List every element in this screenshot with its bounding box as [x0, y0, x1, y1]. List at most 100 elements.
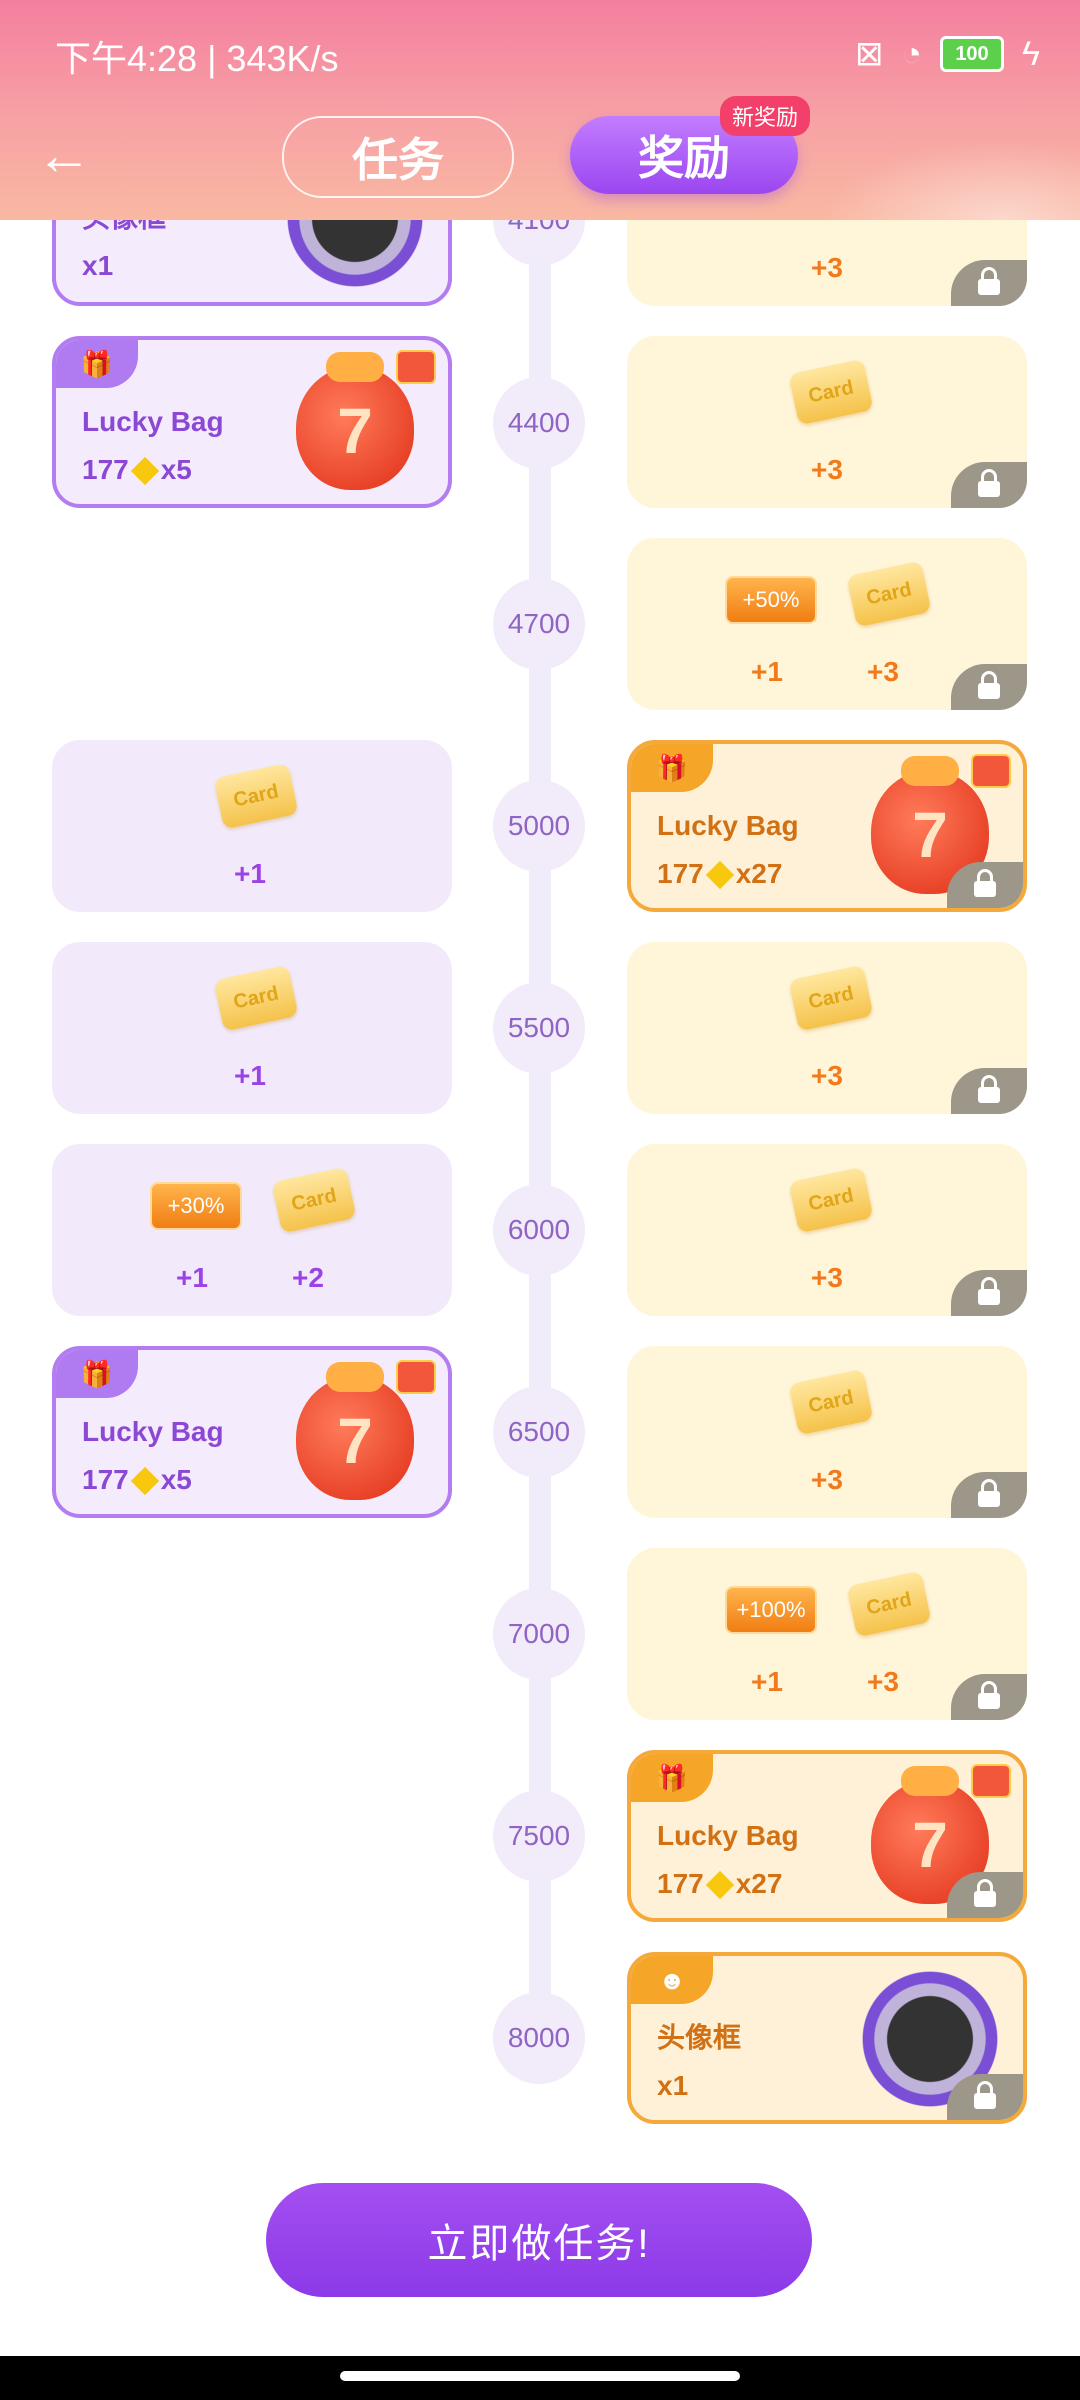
tab-tasks[interactable]: 任务 [282, 116, 514, 198]
lock-icon [951, 260, 1027, 306]
timeline-node: 5500 [493, 982, 585, 1074]
card-ticket-icon: Card [788, 358, 874, 426]
reward-card-bonus[interactable]: +30% Card +1 +2 [52, 1144, 452, 1316]
header: 下午4:28 | 343K/s ⊠ ◔ 100 ϟ ← 任务 奖励 新奖励 [0, 0, 1080, 220]
card-ticket-icon: Card [788, 1368, 874, 1436]
bag-multiplier: x27 [735, 1868, 783, 1899]
tab-rewards-label: 奖励 [638, 132, 730, 184]
bag-count: 177 [82, 1464, 129, 1495]
reward-amount: +3 [811, 454, 843, 485]
lock-icon [951, 462, 1027, 508]
bag-number: 7 [912, 1809, 948, 1881]
timeline-node: 7500 [493, 1790, 585, 1882]
reward-amount: +3 [811, 1060, 843, 1091]
gift-icon: 🎁 [631, 1754, 713, 1802]
reward-amount: +1 [176, 1262, 208, 1293]
bag-count: 177 [82, 454, 129, 485]
reward-amount: +3 [811, 1464, 843, 1495]
reward-price: 177 x27 [657, 1868, 782, 1900]
sim-off-icon: ⊠ [854, 35, 884, 73]
timeline-node: 5000 [493, 780, 585, 872]
lock-icon [947, 862, 1023, 908]
lock-icon [951, 1270, 1027, 1316]
chest-icon [396, 1360, 436, 1394]
reward-price: 177 x5 [82, 454, 192, 486]
reward-title: Lucky Bag [657, 1820, 799, 1851]
bonus-tag: +100% [725, 1586, 817, 1634]
reward-card-lucky-bag[interactable]: 🎁 Lucky Bag 177 x5 7 [52, 336, 452, 508]
wifi-icon: ◔ [901, 34, 922, 73]
reward-amount: +3 [867, 656, 899, 687]
reward-card-ticket[interactable]: Card +3 [627, 1346, 1027, 1518]
timeline-node: 8000 [493, 1992, 585, 2084]
bag-number: 7 [912, 799, 948, 871]
timeline-node: 6000 [493, 1184, 585, 1276]
reward-card-bonus[interactable]: +100% Card +1 +3 [627, 1548, 1027, 1720]
bag-count: 177 [657, 1868, 704, 1899]
timeline-node: 7000 [493, 1588, 585, 1680]
charging-icon: ϟ [1022, 34, 1040, 73]
reward-title: Lucky Bag [657, 810, 799, 841]
reward-price: 177 x27 [657, 858, 782, 890]
card-ticket-icon: Card [213, 762, 299, 830]
diamond-icon [705, 1870, 734, 1900]
tab-rewards[interactable]: 奖励 新奖励 [570, 96, 810, 194]
bag-multiplier: x5 [160, 1464, 192, 1495]
lucky-bag-icon: 7 [296, 1362, 414, 1500]
reward-amount: +3 [811, 252, 843, 283]
lock-icon [947, 1872, 1023, 1918]
reward-amount: +3 [811, 1262, 843, 1293]
back-arrow-icon[interactable]: ← [36, 125, 96, 185]
lock-icon [951, 1674, 1027, 1720]
reward-card-lucky-bag[interactable]: 🎁 Lucky Bag 177 x5 7 [52, 1346, 452, 1518]
lock-icon [951, 1472, 1027, 1518]
bag-number: 7 [337, 395, 373, 467]
reward-card-avatar-frame[interactable]: ☻ 头像框 x1 [627, 1952, 1027, 2124]
bonus-tag: +30% [150, 1182, 242, 1230]
reward-card-ticket[interactable]: Card +3 [627, 942, 1027, 1114]
battery-icon: 100 [940, 36, 1004, 72]
diamond-icon [130, 456, 159, 486]
status-icons: ⊠ ◔ 100 ϟ [855, 34, 1040, 74]
chest-icon [971, 754, 1011, 788]
card-ticket-icon: Card [271, 1166, 357, 1234]
bag-number: 7 [337, 1405, 373, 1477]
tab-tasks-label: 任务 [352, 134, 444, 186]
timeline-node: 6500 [493, 1386, 585, 1478]
lock-icon [951, 664, 1027, 710]
do-tasks-button[interactable]: 立即做任务! [266, 2183, 812, 2297]
reward-card-lucky-bag[interactable]: 🎁 Lucky Bag 177 x27 7 [627, 740, 1027, 912]
reward-card-lucky-bag[interactable]: 🎁 Lucky Bag 177 x27 7 [627, 1750, 1027, 1922]
card-ticket-icon: Card [846, 1570, 932, 1638]
bag-multiplier: x5 [160, 454, 192, 485]
new-reward-badge: 新奖励 [719, 96, 810, 136]
diamond-icon [705, 860, 734, 890]
home-gesture-handle[interactable] [340, 2371, 740, 2381]
bag-count: 177 [657, 858, 704, 889]
bag-multiplier: x27 [735, 858, 783, 889]
lucky-bag-icon: 7 [296, 352, 414, 490]
chest-icon [396, 350, 436, 384]
bonus-tag: +50% [725, 576, 817, 624]
gift-icon: 🎁 [631, 744, 713, 792]
reward-card-ticket[interactable]: Card +3 [627, 336, 1027, 508]
reward-amount: +1 [751, 1666, 783, 1697]
reward-title: Lucky Bag [82, 1416, 224, 1447]
lock-icon [951, 1068, 1027, 1114]
reward-card-ticket[interactable]: Card +3 [627, 1144, 1027, 1316]
reward-card-ticket[interactable]: Card +1 [52, 942, 452, 1114]
reward-card-ticket[interactable]: Card +1 [52, 740, 452, 912]
reward-card-bonus[interactable]: +50% Card +1 +3 [627, 538, 1027, 710]
reward-amount: +2 [292, 1262, 324, 1293]
reward-amount: +1 [234, 1060, 266, 1091]
card-ticket-icon: Card [846, 560, 932, 628]
status-time-speed: 下午4:28 | 343K/s [55, 38, 339, 79]
timeline-node: 4700 [493, 578, 585, 670]
reward-amount: +1 [234, 858, 266, 889]
card-ticket-icon: Card [213, 964, 299, 1032]
diamond-icon [130, 1466, 159, 1496]
reward-amount: +1 [751, 656, 783, 687]
reward-price: 177 x5 [82, 1464, 192, 1496]
reward-quantity: x1 [82, 250, 114, 281]
card-ticket-icon: Card [788, 964, 874, 1032]
